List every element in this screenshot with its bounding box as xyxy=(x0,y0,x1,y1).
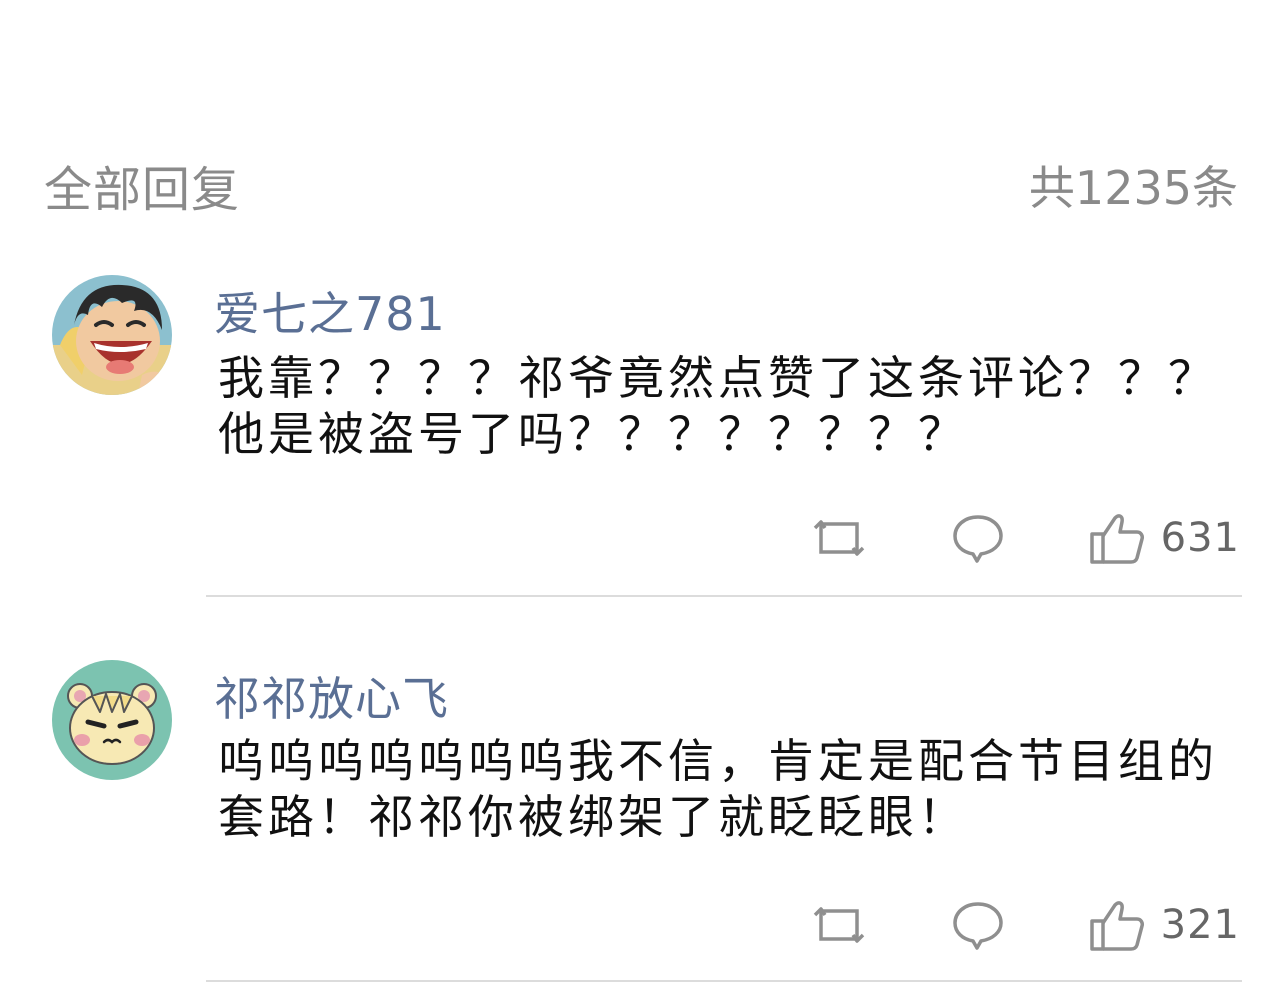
repost-button[interactable] xyxy=(811,901,867,949)
cartoon-boy-laughing-avatar-icon xyxy=(52,275,172,395)
like-count: 631 xyxy=(1160,515,1240,561)
divider xyxy=(206,980,1242,982)
comment-actions: 631 xyxy=(811,508,1240,568)
replies-title: 全部回复 xyxy=(44,162,241,218)
comment-item: 爱七之781 我靠？？？？祁爷竟然点赞了这条评论？？？他是被盗号了吗？？？？？？… xyxy=(0,270,1280,600)
repost-icon xyxy=(813,520,864,556)
repost-button[interactable] xyxy=(811,514,867,562)
thumbs-up-icon xyxy=(1089,901,1144,951)
comment-text: 我靠？？？？祁爷竟然点赞了这条评论？？？他是被盗号了吗？？？？？？？？ xyxy=(218,351,1218,461)
divider xyxy=(206,595,1242,597)
username[interactable]: 祁祁放心飞 xyxy=(214,663,449,729)
username[interactable]: 爱七之781 xyxy=(214,278,446,344)
comment-bubble-icon xyxy=(952,515,1003,563)
reply-button[interactable] xyxy=(951,899,1005,951)
comment-item: 祁祁放心飞 呜呜呜呜呜呜呜我不信，肯定是配合节目组的套路！祁祁你被绑架了就眨眨眼… xyxy=(0,655,1280,985)
like-count: 321 xyxy=(1160,902,1240,948)
comment-actions: 321 xyxy=(811,895,1240,955)
reply-button[interactable] xyxy=(951,512,1005,564)
avatar[interactable] xyxy=(52,660,172,780)
cartoon-hamster-avatar-icon xyxy=(52,660,172,780)
avatar[interactable] xyxy=(52,275,172,395)
thumbs-up-icon xyxy=(1089,514,1144,564)
comment-text: 呜呜呜呜呜呜呜我不信，肯定是配合节目组的套路！祁祁你被绑架了就眨眨眼！ xyxy=(218,734,1218,844)
like-button[interactable]: 631 xyxy=(1089,510,1240,566)
like-button[interactable]: 321 xyxy=(1089,897,1240,953)
replies-header: 全部回复 共1235条 xyxy=(0,140,1280,220)
comment-bubble-icon xyxy=(952,902,1003,950)
repost-icon xyxy=(813,907,864,943)
replies-count: 共1235条 xyxy=(1028,161,1238,215)
